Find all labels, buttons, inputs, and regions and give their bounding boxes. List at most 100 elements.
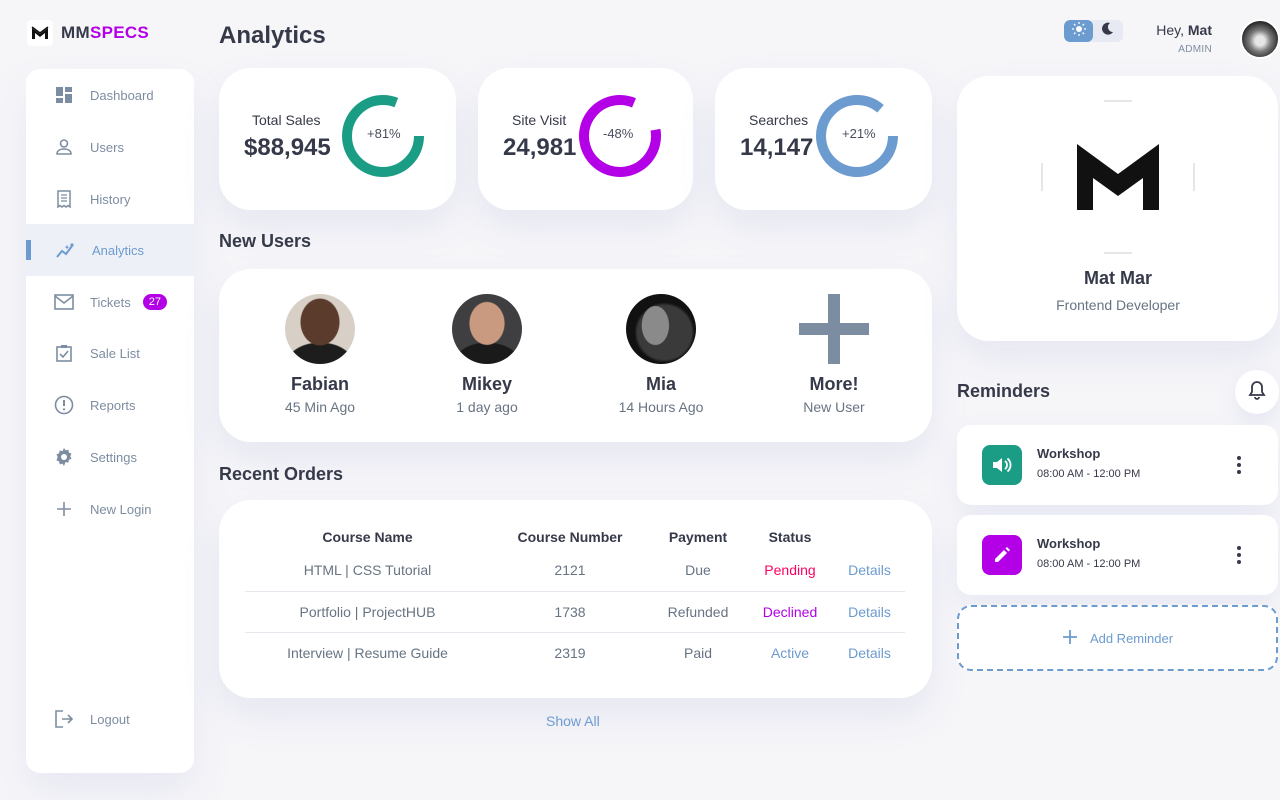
tickets-badge: 27 xyxy=(142,294,167,310)
payment-status: Due xyxy=(650,550,746,592)
sidebar-item-label: Settings xyxy=(90,449,137,465)
sidebar-item-dashboard[interactable]: Dashboard xyxy=(26,69,194,121)
course-number: 1738 xyxy=(490,591,650,633)
reminder-title: Workshop xyxy=(1037,536,1101,551)
dark-mode-option[interactable] xyxy=(1093,20,1122,42)
sidebar-item-settings[interactable]: Settings xyxy=(26,431,194,483)
sidebar-item-label: Sale List xyxy=(90,345,140,361)
stat-card-site-visit: Site Visit 24,981 -48% xyxy=(478,68,693,210)
stat-label: Searches xyxy=(749,112,809,128)
add-reminder-button[interactable]: Add Reminder xyxy=(957,605,1278,671)
profile-logo xyxy=(1041,100,1195,254)
greeting-prefix: Hey, xyxy=(1156,22,1188,38)
clipboard-check-icon xyxy=(54,343,74,363)
sidebar-item-tickets[interactable]: Tickets 27 xyxy=(26,276,194,328)
sidebar-item-label: Users xyxy=(90,139,124,155)
more-users[interactable]: More! New User xyxy=(764,294,904,415)
details-link[interactable]: Details xyxy=(834,550,905,592)
column-header: Course Name xyxy=(322,529,413,545)
sidebar-item-label: Reports xyxy=(90,397,136,413)
order-status: Declined xyxy=(746,591,834,633)
user-time: 14 Hours Ago xyxy=(618,399,704,415)
table-row: HTML | CSS Tutorial 2121 Due Pending Det… xyxy=(245,550,905,592)
avatar[interactable] xyxy=(1240,19,1280,59)
brand-logo[interactable]: MMSPECS xyxy=(27,20,149,46)
stat-label: Site Visit xyxy=(512,112,567,128)
stat-label: Total Sales xyxy=(252,112,321,128)
column-header: Status xyxy=(768,529,812,545)
sidebar-item-label: Dashboard xyxy=(90,87,154,103)
user-time: 1 day ago xyxy=(456,399,518,415)
stat-value: 24,981 xyxy=(503,134,577,161)
user-role: ADMIN xyxy=(1178,44,1212,55)
reminder-time: 08:00 AM - 12:00 PM xyxy=(1037,558,1141,570)
sidebar-item-label: Tickets xyxy=(90,294,131,310)
logout-button[interactable]: Logout xyxy=(26,693,194,745)
dashboard-icon xyxy=(54,85,74,105)
user-name: Mia xyxy=(645,374,676,394)
brand-name-part1: MM xyxy=(61,23,90,42)
notifications-button[interactable] xyxy=(1235,370,1279,414)
logo-icon xyxy=(27,20,53,46)
stat-card-total-sales: Total Sales $88,945 +81% xyxy=(219,68,456,210)
sidebar: Dashboard Users History Analytics Ticket… xyxy=(26,69,194,773)
sidebar-item-sale-list[interactable]: Sale List xyxy=(26,327,194,379)
stat-value: $88,945 xyxy=(244,134,331,161)
table-row: Portfolio | ProjectHUB 1738 Refunded Dec… xyxy=(245,591,905,633)
stat-card-searches: Searches 14,147 +21% xyxy=(715,68,932,210)
stat-percent: +21% xyxy=(842,126,876,141)
reminder-title: Workshop xyxy=(1037,446,1101,461)
column-header: Course Number xyxy=(517,529,623,545)
show-all-link[interactable]: Show All xyxy=(546,713,600,729)
reminder-item[interactable]: Workshop 08:00 AM - 12:00 PM xyxy=(957,425,1278,505)
avatar xyxy=(626,294,696,364)
course-name: Portfolio | ProjectHUB xyxy=(245,591,490,633)
light-mode-option[interactable] xyxy=(1064,20,1093,42)
details-link[interactable]: Details xyxy=(834,591,905,633)
more-vert-icon[interactable] xyxy=(1235,455,1243,480)
plus-icon xyxy=(1062,629,1078,648)
stat-value: 14,147 xyxy=(740,134,814,161)
user-time: New User xyxy=(803,399,865,415)
section-title-recent-orders: Recent Orders xyxy=(219,464,344,484)
receipt-icon xyxy=(54,189,74,209)
alert-circle-icon xyxy=(54,395,74,415)
course-number: 2121 xyxy=(490,550,650,592)
details-link[interactable]: Details xyxy=(834,632,905,673)
user-item[interactable]: Mia 14 Hours Ago xyxy=(591,294,731,415)
stat-percent: +81% xyxy=(367,126,401,141)
user-time: 45 Min Ago xyxy=(284,399,356,415)
profile-name: Mat Mar xyxy=(1083,268,1152,288)
sidebar-item-history[interactable]: History xyxy=(26,173,194,225)
sidebar-item-label: New Login xyxy=(90,501,152,517)
sidebar-item-label: History xyxy=(90,191,131,207)
user-item[interactable]: Fabian 45 Min Ago xyxy=(250,294,390,415)
sidebar-item-new-login[interactable]: New Login xyxy=(26,483,194,535)
user-item[interactable]: Mikey 1 day ago xyxy=(417,294,557,415)
mail-icon xyxy=(54,292,74,312)
reminder-item[interactable]: Workshop 08:00 AM - 12:00 PM xyxy=(957,515,1278,595)
orders-table: Course Name Course Number Payment Status… xyxy=(245,524,905,673)
logout-label: Logout xyxy=(90,711,130,727)
user-greeting: Hey, Mat ADMIN xyxy=(1156,22,1212,55)
order-status: Active xyxy=(770,644,810,661)
section-title-new-users: New Users xyxy=(219,231,312,251)
table-header-row: Course Name Course Number Payment Status xyxy=(245,524,905,550)
sidebar-item-users[interactable]: Users xyxy=(26,121,194,173)
sidebar-item-analytics[interactable]: Analytics xyxy=(26,224,194,276)
plus-icon xyxy=(54,499,74,519)
logout-icon xyxy=(54,709,74,729)
profile-role: Frontend Developer xyxy=(1056,297,1180,313)
bell-icon xyxy=(1248,380,1266,405)
gear-icon xyxy=(54,447,74,467)
brand-name: MMSPECS xyxy=(61,23,149,43)
more-vert-icon[interactable] xyxy=(1235,545,1243,570)
moon-icon xyxy=(1101,22,1114,40)
user-name: Mikey xyxy=(461,374,513,394)
course-number: 2319 xyxy=(554,644,586,661)
volume-icon xyxy=(982,445,1022,485)
sidebar-item-reports[interactable]: Reports xyxy=(26,379,194,431)
sun-icon xyxy=(1071,21,1086,41)
theme-toggle[interactable] xyxy=(1064,20,1123,42)
plus-icon xyxy=(799,294,869,364)
